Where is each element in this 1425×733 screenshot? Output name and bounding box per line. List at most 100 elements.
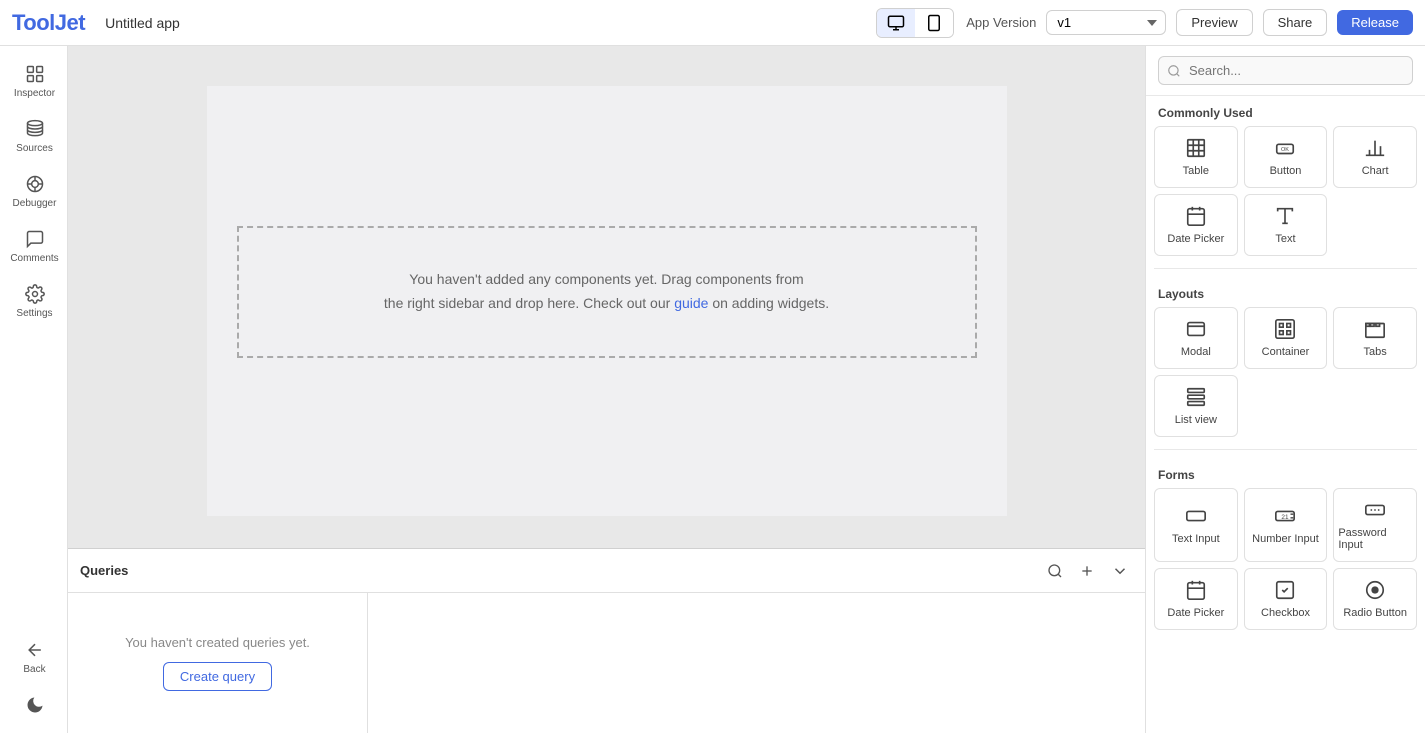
number-input-icon: 21 (1274, 505, 1296, 527)
sidebar-item-comments[interactable]: Comments (0, 219, 68, 274)
button-label: Button (1270, 165, 1302, 177)
chevron-down-icon (1111, 562, 1129, 580)
radio-button-label: Radio Button (1343, 607, 1407, 619)
chart-label: Chart (1362, 165, 1389, 177)
guide-link[interactable]: guide (674, 295, 708, 311)
component-number-input[interactable]: 21 Number Input (1244, 488, 1328, 562)
comments-icon (25, 229, 45, 249)
sidebar-item-settings[interactable]: Settings (0, 274, 68, 329)
desktop-device-button[interactable] (877, 9, 915, 37)
checkbox-icon (1274, 579, 1296, 601)
component-list-view[interactable]: List view (1154, 375, 1238, 437)
modal-icon (1185, 318, 1207, 340)
version-select[interactable]: v1 (1046, 10, 1166, 35)
component-chart[interactable]: Chart (1333, 126, 1417, 188)
component-checkbox[interactable]: Checkbox (1244, 568, 1328, 630)
queries-add-button[interactable] (1075, 559, 1099, 583)
share-button[interactable]: Share (1263, 9, 1328, 36)
debugger-label: Debugger (13, 198, 57, 209)
component-radio-button[interactable]: Radio Button (1333, 568, 1417, 630)
text-label: Text (1275, 233, 1295, 245)
search-input[interactable] (1158, 56, 1413, 85)
inspector-icon (25, 64, 45, 84)
component-table[interactable]: Table (1154, 126, 1238, 188)
table-icon (1185, 137, 1207, 159)
password-input-icon (1364, 499, 1386, 521)
component-password-input[interactable]: Password Input (1333, 488, 1417, 562)
right-sidebar: Commonly Used Table OK Button (1145, 46, 1425, 733)
container-label: Container (1262, 346, 1310, 358)
queries-empty-text: You haven't created queries yet. (125, 635, 310, 650)
plus-icon (1079, 563, 1095, 579)
table-label: Table (1183, 165, 1209, 177)
date-picker-label: Date Picker (1167, 233, 1224, 245)
queries-list: You haven't created queries yet. Create … (68, 593, 368, 733)
settings-icon (25, 284, 45, 304)
container-icon (1274, 318, 1296, 340)
chart-icon (1364, 137, 1386, 159)
queries-header: Queries (68, 549, 1145, 593)
back-icon (25, 640, 45, 660)
forms-grid: Text Input 21 Number Input (1146, 488, 1425, 638)
component-text-input[interactable]: Text Input (1154, 488, 1238, 562)
drop-zone: You haven't added any components yet. Dr… (237, 226, 977, 358)
queries-body: You haven't created queries yet. Create … (68, 593, 1145, 733)
section-forms-title: Forms (1146, 458, 1425, 488)
logo: ToolJet (12, 10, 85, 36)
button-icon: OK (1274, 137, 1296, 159)
sources-label: Sources (16, 143, 53, 154)
settings-label: Settings (16, 308, 52, 319)
sidebar-item-darkmode[interactable] (0, 685, 68, 725)
release-button[interactable]: Release (1337, 10, 1413, 35)
sidebar-item-inspector[interactable]: Inspector (0, 54, 68, 109)
sidebar-item-back[interactable]: Back (0, 630, 68, 685)
sidebar-item-sources[interactable]: Sources (0, 109, 68, 164)
component-container[interactable]: Container (1244, 307, 1328, 369)
component-date-picker[interactable]: Date Picker (1154, 194, 1238, 256)
component-button[interactable]: OK Button (1244, 126, 1328, 188)
text-input-icon (1185, 505, 1207, 527)
create-query-button[interactable]: Create query (163, 662, 272, 691)
text-icon (1274, 205, 1296, 227)
preview-button[interactable]: Preview (1176, 9, 1252, 36)
date-picker-form-label: Date Picker (1167, 607, 1224, 619)
component-text[interactable]: Text (1244, 194, 1328, 256)
main-area: Inspector Sources Debugger Comments (0, 46, 1425, 733)
list-view-icon (1185, 386, 1207, 408)
component-modal[interactable]: Modal (1154, 307, 1238, 369)
section-commonly-used-title: Commonly Used (1146, 96, 1425, 126)
sidebar-bottom: Back (0, 630, 68, 725)
topbar-right: App Version v1 Preview Share Release (966, 9, 1413, 36)
mobile-device-button[interactable] (915, 9, 953, 37)
left-sidebar: Inspector Sources Debugger Comments (0, 46, 68, 733)
text-input-label: Text Input (1172, 533, 1220, 545)
queries-collapse-button[interactable] (1107, 558, 1133, 584)
number-input-label: Number Input (1252, 533, 1319, 545)
divider-1 (1154, 268, 1417, 269)
moon-icon (25, 695, 45, 715)
modal-label: Modal (1181, 346, 1211, 358)
section-layouts-title: Layouts (1146, 277, 1425, 307)
app-title: Untitled app (105, 15, 864, 31)
component-date-picker-form[interactable]: Date Picker (1154, 568, 1238, 630)
device-switcher (876, 8, 954, 38)
topbar: ToolJet Untitled app App Version v1 Prev… (0, 0, 1425, 46)
canvas-wrapper[interactable]: You haven't added any components yet. Dr… (68, 46, 1145, 548)
tabs-label: Tabs (1364, 346, 1387, 358)
queries-search-button[interactable] (1043, 559, 1067, 583)
search-icon (1047, 563, 1063, 579)
list-view-label: List view (1175, 414, 1217, 426)
svg-text:OK: OK (1282, 147, 1290, 153)
date-picker-form-icon (1185, 579, 1207, 601)
component-tabs[interactable]: Tabs (1333, 307, 1417, 369)
canvas[interactable]: You haven't added any components yet. Dr… (207, 86, 1007, 516)
debugger-icon (25, 174, 45, 194)
inspector-label: Inspector (14, 88, 55, 99)
canvas-area: You haven't added any components yet. Dr… (68, 46, 1145, 733)
queries-content (368, 593, 1145, 733)
comments-label: Comments (10, 253, 58, 264)
radio-button-icon (1364, 579, 1386, 601)
commonly-used-grid: Table OK Button Chart Date (1146, 126, 1425, 264)
sidebar-item-debugger[interactable]: Debugger (0, 164, 68, 219)
tabs-icon (1364, 318, 1386, 340)
